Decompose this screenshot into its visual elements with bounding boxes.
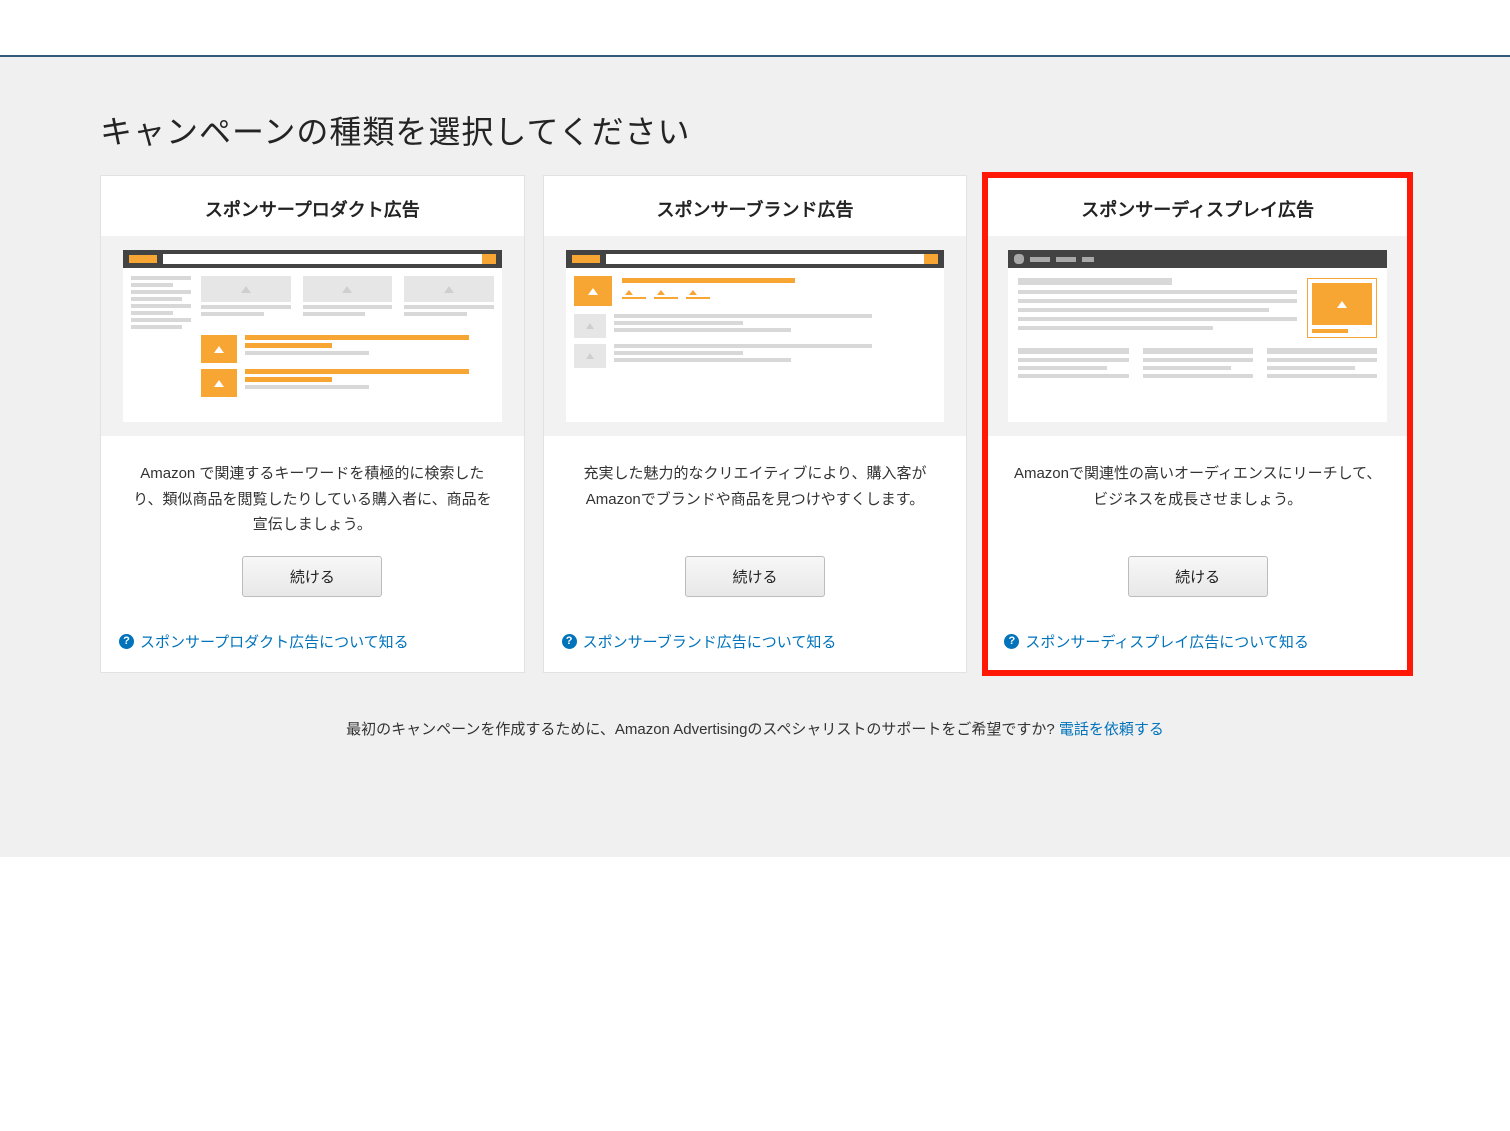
continue-button[interactable]: 続ける xyxy=(242,556,382,597)
page-container: キャンペーンの種類を選択してください スポンサープロダクト広告 xyxy=(0,57,1510,857)
learn-more-link[interactable]: スポンサーディスプレイ広告について知る xyxy=(1025,631,1309,652)
help-icon: ? xyxy=(1004,634,1019,649)
card-description: 充実した魅力的なクリエイティブにより、購入客がAmazonでブランドや商品を見つ… xyxy=(569,461,942,538)
card-sponsored-brands[interactable]: スポンサーブランド広告 xyxy=(543,175,968,673)
learn-more-link[interactable]: スポンサーブランド広告について知る xyxy=(583,631,837,652)
help-icon: ? xyxy=(119,634,134,649)
continue-button[interactable]: 続ける xyxy=(1128,556,1268,597)
card-title: スポンサーブランド広告 xyxy=(544,176,967,236)
footer-text: 最初のキャンペーンを作成するために、Amazon Advertisingのスペシ… xyxy=(100,718,1410,739)
card-illustration xyxy=(544,236,967,436)
footer-message: 最初のキャンペーンを作成するために、Amazon Advertisingのスペシ… xyxy=(346,721,1059,738)
help-icon: ? xyxy=(562,634,577,649)
card-sponsored-display[interactable]: スポンサーディスプレイ広告 xyxy=(985,175,1410,673)
card-sponsored-products[interactable]: スポンサープロダクト広告 xyxy=(100,175,525,673)
card-illustration xyxy=(986,236,1409,436)
continue-button[interactable]: 続ける xyxy=(685,556,825,597)
card-title: スポンサープロダクト広告 xyxy=(101,176,524,236)
page-title: キャンペーンの種類を選択してください xyxy=(100,107,1410,153)
card-description: Amazon で関連するキーワードを積極的に検索したり、類似商品を閲覧したりして… xyxy=(126,461,499,538)
campaign-type-cards: スポンサープロダクト広告 xyxy=(100,175,1410,673)
learn-more-link[interactable]: スポンサープロダクト広告について知る xyxy=(140,631,409,652)
card-title: スポンサーディスプレイ広告 xyxy=(986,176,1409,236)
request-call-link[interactable]: 電話を依頼する xyxy=(1059,721,1164,738)
card-description: Amazonで関連性の高いオーディエンスにリーチして、ビジネスを成長させましょう… xyxy=(1011,461,1384,538)
card-illustration xyxy=(101,236,524,436)
